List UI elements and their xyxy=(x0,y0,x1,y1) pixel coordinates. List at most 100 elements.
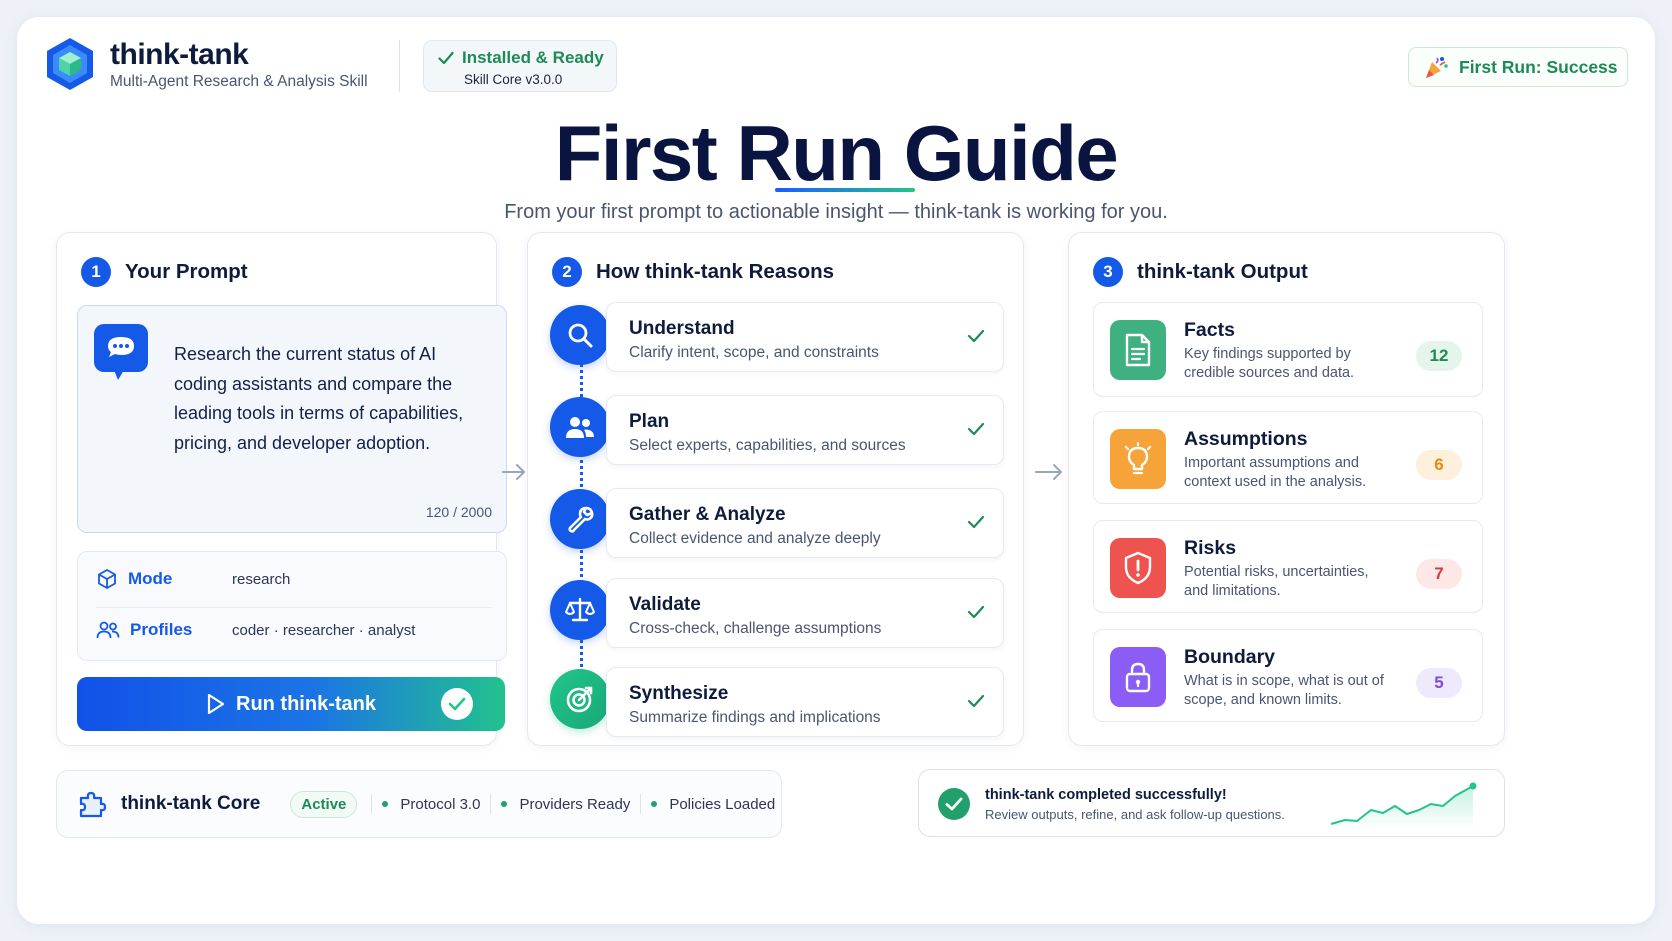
prompt-card: 1 Your Prompt Research the current statu… xyxy=(56,232,507,746)
installed-label: Installed & Ready xyxy=(462,48,604,67)
check-icon xyxy=(967,422,985,436)
run-button-label: Run think-tank xyxy=(236,692,376,715)
step-description: Summarize findings and implications xyxy=(629,709,881,726)
step-synthesize[interactable]: Synthesize Summarize findings and implic… xyxy=(606,667,1004,737)
brand: think-tank Multi-Agent Research & Analys… xyxy=(44,36,368,92)
step-number-badge: 2 xyxy=(552,257,582,287)
run-settings: Mode research Profiles coder · researche… xyxy=(77,551,507,661)
step-description: Select experts, capabilities, and source… xyxy=(629,437,906,454)
users-icon xyxy=(566,417,594,438)
facts-tile xyxy=(1110,320,1166,380)
check-circle-icon xyxy=(441,688,473,720)
lock-icon xyxy=(1125,662,1151,693)
step-title: Validate xyxy=(629,594,701,615)
play-icon xyxy=(207,693,225,715)
profiles-row[interactable]: Profiles coder · researcher · analyst xyxy=(96,615,415,645)
document-icon xyxy=(1125,333,1151,367)
output-risks[interactable]: Risks Potential risks, uncertainties, an… xyxy=(1093,520,1483,613)
step-description: Collect evidence and analyze deeply xyxy=(629,530,881,547)
installed-badge: Installed & Ready Skill Core v3.0.0 xyxy=(423,40,617,92)
check-icon xyxy=(438,51,454,65)
output-boundary[interactable]: Boundary What is in scope, what is out o… xyxy=(1093,629,1483,722)
step-understand[interactable]: Understand Clarify intent, scope, and co… xyxy=(606,302,1004,372)
mode-value: research xyxy=(232,570,291,588)
output-title: Risks xyxy=(1184,537,1237,559)
core-item-providers: Providers Ready xyxy=(501,796,630,813)
step-number-badge: 3 xyxy=(1093,257,1123,287)
character-count: 120 / 2000 xyxy=(425,504,492,520)
core-status-bar: think-tank Core Active Protocol 3.0 Prov… xyxy=(56,770,782,838)
step-description: Cross-check, challenge assumptions xyxy=(629,620,882,637)
assumptions-count-badge: 6 xyxy=(1416,450,1462,480)
plan-step-icon xyxy=(550,397,610,457)
output-facts[interactable]: Facts Key findings supported by credible… xyxy=(1093,302,1483,397)
prompt-text: Research the current status of AI coding… xyxy=(174,344,464,453)
output-title: Assumptions xyxy=(1184,428,1308,450)
assumptions-tile xyxy=(1110,429,1166,489)
output-description: What is in scope, what is out of scope, … xyxy=(1184,673,1384,708)
footer-divider xyxy=(490,794,492,814)
step-number-badge: 1 xyxy=(81,257,111,287)
meta-divider xyxy=(96,607,492,608)
footer-divider xyxy=(371,794,373,814)
core-item-policies: Policies Loaded xyxy=(651,796,775,813)
sparkline-icon xyxy=(1330,782,1477,830)
check-circle-icon xyxy=(938,788,970,820)
validate-step-icon xyxy=(550,580,610,640)
title-underline xyxy=(775,188,915,192)
output-card: 3 think-tank Output Facts Key findings s… xyxy=(1068,232,1505,746)
cube-icon xyxy=(98,569,116,589)
step-title: Understand xyxy=(629,318,735,339)
boundary-tile xyxy=(1110,647,1166,707)
output-assumptions[interactable]: Assumptions Important assumptions and co… xyxy=(1093,411,1483,504)
risks-tile xyxy=(1110,538,1166,598)
success-title: think-tank completed successfully! xyxy=(985,787,1227,803)
reasoning-card-title: How think-tank Reasons xyxy=(596,260,835,283)
arrow-right-icon xyxy=(502,464,525,480)
lightbulb-icon xyxy=(1124,442,1152,475)
check-icon xyxy=(967,329,985,343)
output-title: Facts xyxy=(1184,319,1235,341)
cube-logo-icon xyxy=(47,38,93,90)
target-icon xyxy=(566,686,593,713)
arrow-right-icon xyxy=(1035,464,1062,480)
check-icon xyxy=(967,694,985,708)
run-think-tank-button[interactable]: Run think-tank xyxy=(77,677,505,731)
shield-alert-icon xyxy=(1124,551,1152,585)
step-gather-analyze[interactable]: Gather & Analyze Collect evidence and an… xyxy=(606,488,1004,558)
mode-row[interactable]: Mode research xyxy=(96,564,290,594)
first-run-status-badge: First Run: Success xyxy=(1408,47,1628,87)
header-divider xyxy=(399,40,400,92)
step-title: Plan xyxy=(629,411,670,432)
facts-count-badge: 12 xyxy=(1416,341,1462,371)
prompt-card-title: Your Prompt xyxy=(125,260,248,283)
brand-title: think-tank xyxy=(110,37,249,71)
risks-count-badge: 7 xyxy=(1416,559,1462,589)
brand-subtitle: Multi-Agent Research & Analysis Skill xyxy=(110,72,368,90)
core-title: think-tank Core xyxy=(121,793,261,814)
output-title: Boundary xyxy=(1184,646,1276,668)
users-icon xyxy=(96,621,120,639)
output-description: Potential risks, uncertainties, and limi… xyxy=(1184,564,1369,599)
page-subtitle: From your first prompt to actionable ins… xyxy=(504,201,1168,223)
core-item-protocol: Protocol 3.0 xyxy=(382,796,480,813)
output-card-title: think-tank Output xyxy=(1137,260,1308,283)
step-title: Gather & Analyze xyxy=(629,504,786,525)
step-description: Clarify intent, scope, and constraints xyxy=(629,344,879,361)
reasoning-card: 2 How think-tank Reasons Understand Clar… xyxy=(527,232,1024,746)
check-icon xyxy=(967,515,985,529)
puzzle-icon xyxy=(79,791,107,818)
scale-icon xyxy=(565,597,595,622)
prompt-input[interactable]: Research the current status of AI coding… xyxy=(77,305,507,533)
profiles-value: coder · researcher · analyst xyxy=(232,621,416,639)
mode-label: Mode xyxy=(128,569,173,588)
gather-step-icon xyxy=(550,489,610,549)
step-title: Synthesize xyxy=(629,683,729,704)
core-active-badge: Active xyxy=(290,790,358,818)
chat-bubble-icon xyxy=(94,324,148,380)
step-validate[interactable]: Validate Cross-check, challenge assumpti… xyxy=(606,578,1004,648)
footer-divider xyxy=(640,794,642,814)
boundary-count-badge: 5 xyxy=(1416,668,1462,698)
step-plan[interactable]: Plan Select experts, capabilities, and s… xyxy=(606,395,1004,465)
installed-version: Skill Core v3.0.0 xyxy=(464,72,563,87)
